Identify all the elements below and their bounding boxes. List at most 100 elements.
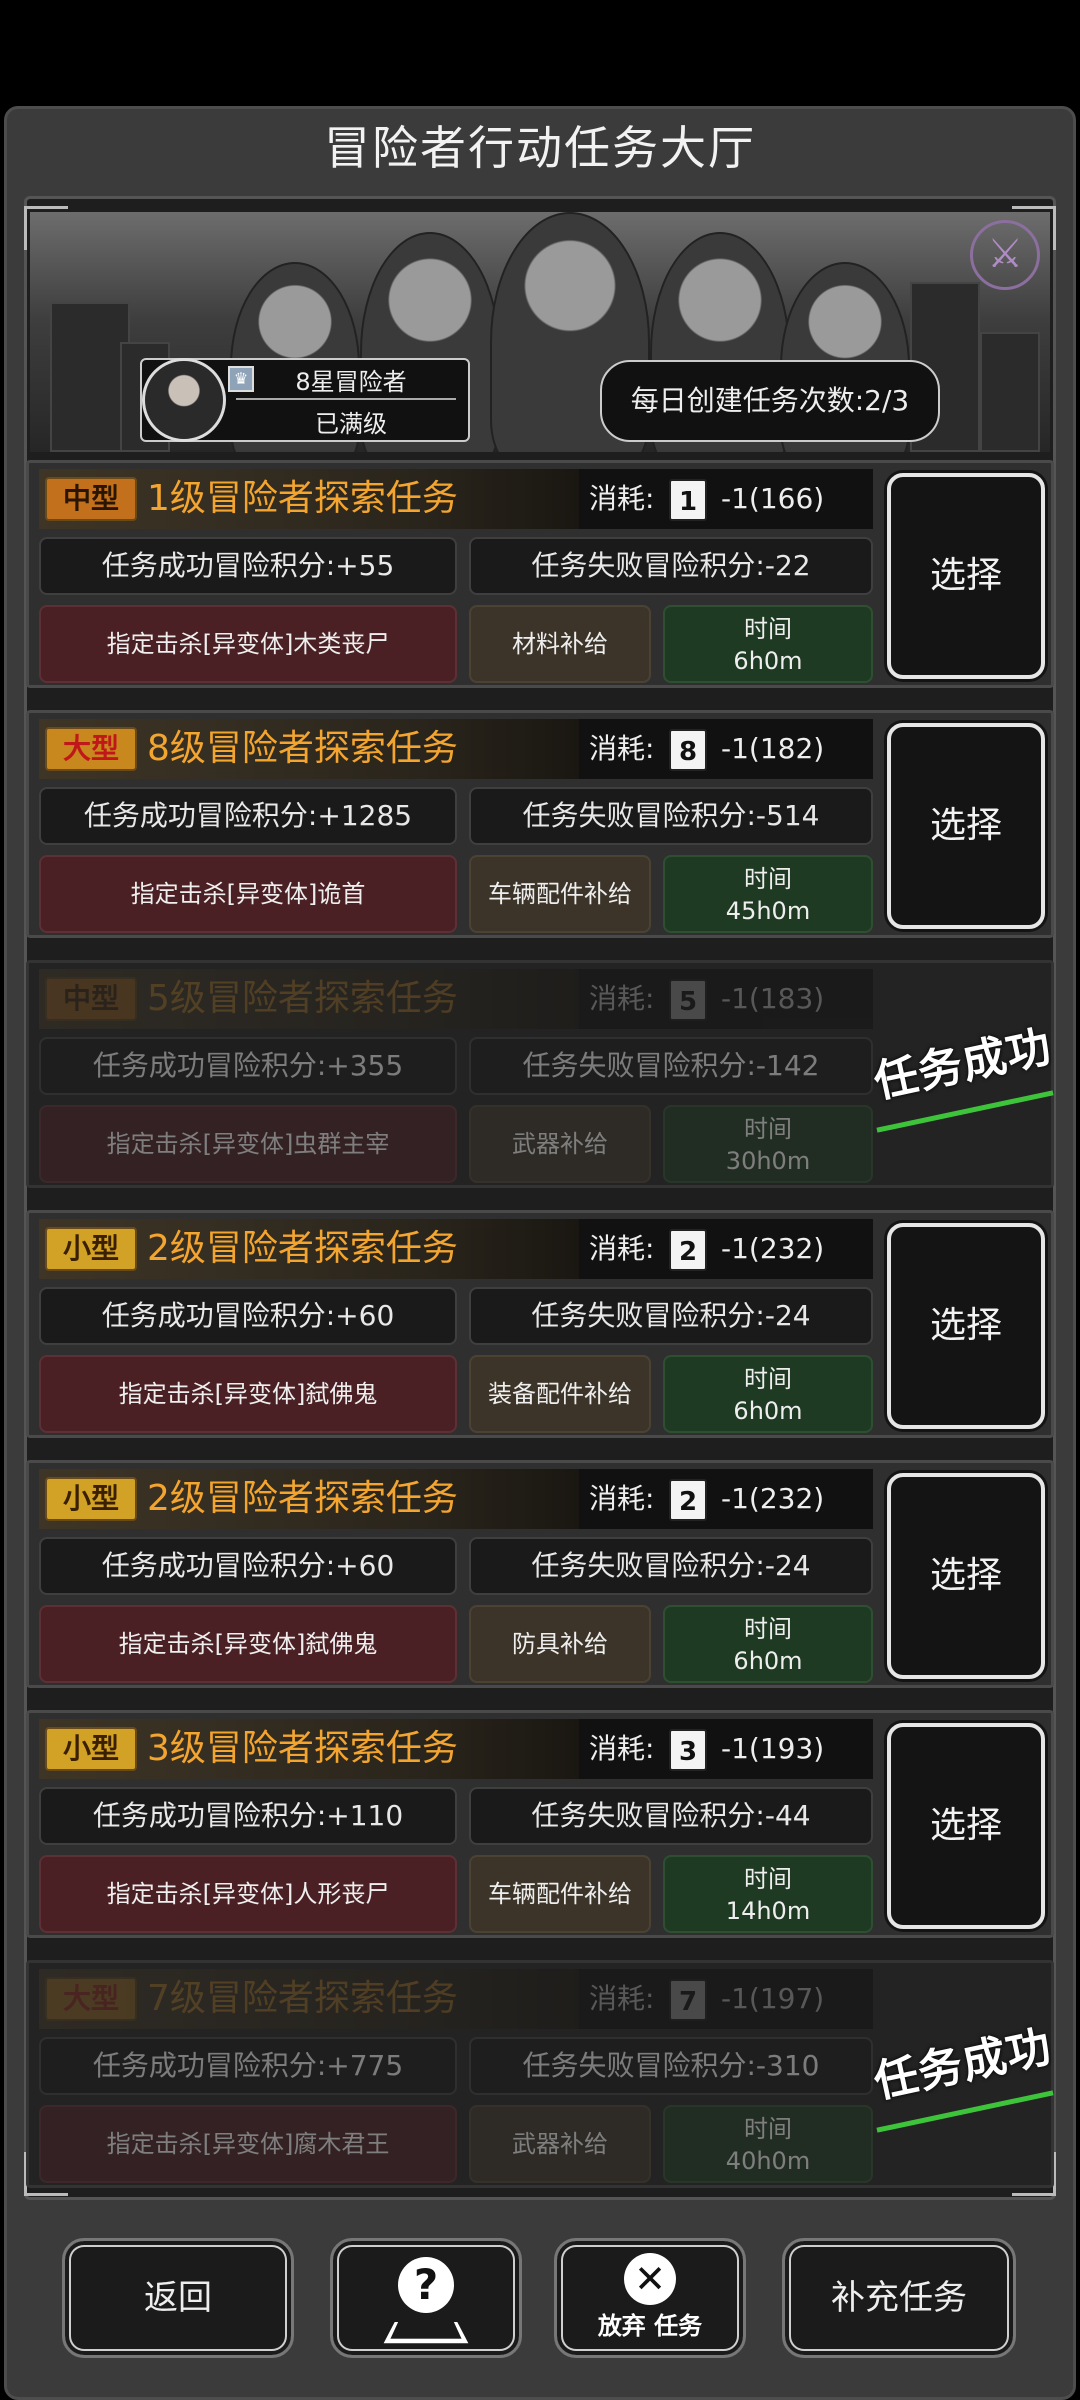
time-label: 时间 [744,2115,792,2143]
task-name: 7级冒险者探索任务 [147,1978,458,2019]
task-name-bar: 中型 1级冒险者探索任务 [39,469,579,529]
cost-label: 消耗: [589,482,655,515]
kill-target: 指定击杀[异变体]虫群主宰 [39,1105,457,1183]
time-value: 40h0m [725,2147,811,2175]
kill-target: 指定击杀[异变体]木类丧尸 [39,605,457,683]
task-card[interactable]: 小型 2级冒险者探索任务 消耗: 2 -1(232) 任务成功冒险积分:+60 任务失败冒险… [26,1460,1054,1688]
task-size-tag: 中型 [45,977,137,1021]
kill-target: 指定击杀[异变体]诡首 [39,855,457,933]
success-points: 任务成功冒险积分:+60 [39,1537,457,1595]
success-points: 任务成功冒险积分:+1285 [39,787,457,845]
building-silhouette [50,302,130,452]
avatar[interactable] [142,358,226,442]
close-icon: ✕ [624,2253,676,2305]
task-name: 2级冒险者探索任务 [147,1478,458,1519]
time-label: 时间 [744,1865,792,1893]
success-points: 任务成功冒险积分:+355 [39,1037,457,1095]
task-header: 大型 8级冒险者探索任务 消耗: 8 -1(182) [39,719,873,779]
task-header: 大型 7级冒险者探索任务 消耗: 7 -1(197) [39,1969,873,2029]
task-name-bar: 小型 2级冒险者探索任务 [39,1469,579,1529]
building-silhouette [980,332,1040,452]
level-ticket-icon: 8 [669,729,707,771]
page-title: 冒险者行动任务大厅 [324,121,756,175]
cost-value: -1(232) [721,1482,825,1515]
task-size-tag: 大型 [45,727,137,771]
time-label: 时间 [744,865,792,893]
task-size-tag: 小型 [45,1727,137,1771]
task-card[interactable]: 大型 8级冒险者探索任务 消耗: 8 -1(182) 任务成功冒险积分:+1285 任务失败… [26,710,1054,938]
player-rank: 8星冒险者 [295,368,407,396]
task-card[interactable]: 小型 2级冒险者探索任务 消耗: 2 -1(232) 任务成功冒险积分:+60 任务失败冒险… [26,1210,1054,1438]
faction-emblem-icon: ⚔ [970,220,1040,290]
cost-value: -1(193) [721,1732,825,1765]
task-duration: 时间 45h0m [663,855,873,933]
success-points: 任务成功冒险积分:+775 [39,2037,457,2095]
abandon-task-label: 放弃 任务 [597,2312,703,2340]
supply-reward: 车辆配件补给 [469,1855,651,1933]
success-points: 任务成功冒险积分:+110 [39,1787,457,1845]
kill-target: 指定击杀[异变体]弑佛鬼 [39,1605,457,1683]
cost-value: -1(166) [721,482,825,515]
task-size-tag: 小型 [45,1227,137,1271]
level-ticket-icon: 7 [669,1979,707,2021]
select-task-button[interactable]: 选择 [887,1723,1045,1929]
time-value: 6h0m [733,647,803,675]
kill-target: 指定击杀[异变体]弑佛鬼 [39,1355,457,1433]
task-card[interactable]: 中型 1级冒险者探索任务 消耗: 1 -1(166) 任务成功冒险积分:+55 任务失败冒险… [26,460,1054,688]
time-label: 时间 [744,615,792,643]
level-ticket-icon: 1 [669,479,707,521]
crown-icon: ♛ [228,366,254,392]
task-header: 中型 5级冒险者探索任务 消耗: 5 -1(183) [39,969,873,1029]
task-duration: 时间 40h0m [663,2105,873,2183]
supply-reward: 武器补给 [469,1105,651,1183]
cost-label: 消耗: [589,732,655,765]
failure-points: 任务失败冒险积分:-142 [469,1037,873,1095]
level-ticket-icon: 5 [669,979,707,1021]
select-task-button[interactable]: 选择 [887,1223,1045,1429]
task-duration: 时间 14h0m [663,1855,873,1933]
failure-points: 任务失败冒险积分:-24 [469,1537,873,1595]
daily-create-count: 每日创建任务次数:2/3 [600,360,940,442]
cost-label: 消耗: [589,1232,655,1265]
player-level-status: 已满级 [315,410,387,438]
task-name-bar: 大型 8级冒险者探索任务 [39,719,579,779]
kill-target: 指定击杀[异变体]腐木君王 [39,2105,457,2183]
cost-value: -1(232) [721,1232,825,1265]
success-points: 任务成功冒险积分:+60 [39,1287,457,1345]
task-name-bar: 小型 3级冒险者探索任务 [39,1719,579,1779]
cost-label: 消耗: [589,1732,655,1765]
select-task-button[interactable]: 选择 [887,473,1045,679]
help-pedestal-icon [383,2321,469,2344]
help-button[interactable]: ? [330,2238,522,2358]
select-task-button[interactable]: 选择 [887,1473,1045,1679]
task-duration: 时间 6h0m [663,1605,873,1683]
task-name: 5级冒险者探索任务 [147,978,458,1019]
time-value: 14h0m [725,1897,811,1925]
back-button[interactable]: 返回 [62,2238,294,2358]
refill-task-button[interactable]: 补充任务 [782,2238,1016,2358]
success-points: 任务成功冒险积分:+55 [39,537,457,595]
task-size-tag: 中型 [45,477,137,521]
supply-reward: 装备配件补给 [469,1355,651,1433]
task-size-tag: 小型 [45,1477,137,1521]
supply-reward: 车辆配件补给 [469,855,651,933]
task-card[interactable]: 小型 3级冒险者探索任务 消耗: 3 -1(193) 任务成功冒险积分:+110 任务失败冒… [26,1710,1054,1938]
task-header: 小型 2级冒险者探索任务 消耗: 2 -1(232) [39,1469,873,1529]
time-label: 时间 [744,1615,792,1643]
cost-label: 消耗: [589,1982,655,2015]
task-card: 大型 7级冒险者探索任务 消耗: 7 -1(197) 任务成功冒险积分:+775 任务失败冒… [26,1960,1056,2188]
select-task-button[interactable]: 选择 [887,723,1045,929]
time-value: 45h0m [725,897,811,925]
task-duration: 时间 6h0m [663,605,873,683]
time-label: 时间 [744,1365,792,1393]
task-duration: 时间 6h0m [663,1355,873,1433]
task-name-bar: 小型 2级冒险者探索任务 [39,1219,579,1279]
abandon-task-button[interactable]: ✕ 放弃 任务 [554,2238,746,2358]
task-name-bar: 中型 5级冒险者探索任务 [39,969,579,1029]
failure-points: 任务失败冒险积分:-310 [469,2037,873,2095]
cost-value: -1(197) [721,1982,825,2015]
refill-task-label: 补充任务 [831,2278,967,2318]
task-card: 中型 5级冒险者探索任务 消耗: 5 -1(183) 任务成功冒险积分:+355 任务失败冒… [26,960,1056,1188]
task-name: 8级冒险者探索任务 [147,728,458,769]
task-header: 中型 1级冒险者探索任务 消耗: 1 -1(166) [39,469,873,529]
